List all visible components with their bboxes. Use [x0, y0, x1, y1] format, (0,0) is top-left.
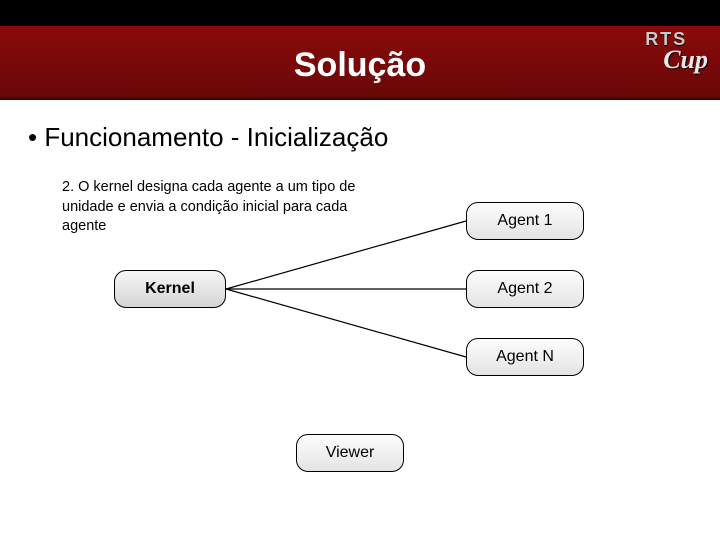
description-text: 2. O kernel designa cada agente a um tip…	[62, 178, 362, 237]
slide-title: Solução	[294, 46, 426, 85]
kernel-node: Kernel	[114, 270, 226, 308]
agentn-node: Agent N	[466, 338, 584, 376]
logo-text-bottom: Cup	[663, 48, 708, 71]
agent2-node: Agent 2	[466, 270, 584, 308]
slide-header: Solução RTS Cup	[0, 0, 720, 100]
agent1-node: Agent 1	[466, 202, 584, 240]
slide-content: • Funcionamento - Inicialização 2. O ker…	[0, 100, 720, 540]
viewer-node: Viewer	[296, 434, 404, 472]
bullet-heading: • Funcionamento - Inicialização	[28, 122, 692, 153]
logo: RTS Cup	[645, 30, 708, 71]
connector-lines	[0, 100, 720, 540]
